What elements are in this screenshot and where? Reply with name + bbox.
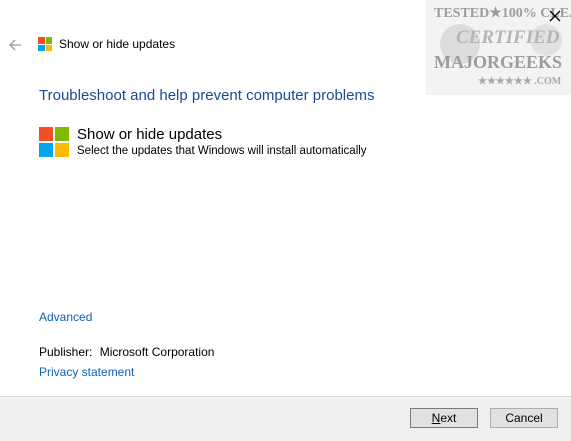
option-description: Select the updates that Windows will ins… (77, 145, 367, 157)
close-icon (549, 10, 561, 22)
privacy-statement-link[interactable]: Privacy statement (39, 365, 134, 379)
watermark-line4: ★★★★★★ .COM (478, 76, 562, 87)
advanced-link[interactable]: Advanced (39, 310, 92, 324)
option-title: Show or hide updates (77, 126, 223, 143)
next-mnemonic: N (431, 411, 441, 425)
back-arrow-icon (9, 39, 21, 51)
next-label-rest: ext (440, 411, 457, 425)
page-heading: Troubleshoot and help prevent computer p… (39, 87, 375, 104)
publisher-info: Publisher: Microsoft Corporation (39, 345, 214, 359)
next-button[interactable]: Next (410, 408, 478, 428)
publisher-label: Publisher: (39, 345, 93, 359)
publisher-value: Microsoft Corporation (99, 345, 215, 359)
troubleshooter-option[interactable]: Show or hide updates Select the updates … (39, 126, 367, 157)
windows-logo-icon (38, 37, 52, 51)
cancel-button[interactable]: Cancel (490, 408, 558, 428)
window-title: Show or hide updates (59, 37, 176, 51)
close-button[interactable] (544, 6, 566, 26)
windows-logo-icon (39, 127, 69, 157)
watermark-line2: CERTIFIED (456, 27, 560, 48)
option-text: Show or hide updates Select the updates … (77, 126, 367, 157)
footer-bar: Next Cancel (0, 396, 571, 441)
title-bar: Show or hide updates (38, 37, 175, 51)
back-button[interactable] (6, 35, 26, 55)
watermark-line3: MAJORGEEKS (434, 52, 562, 72)
